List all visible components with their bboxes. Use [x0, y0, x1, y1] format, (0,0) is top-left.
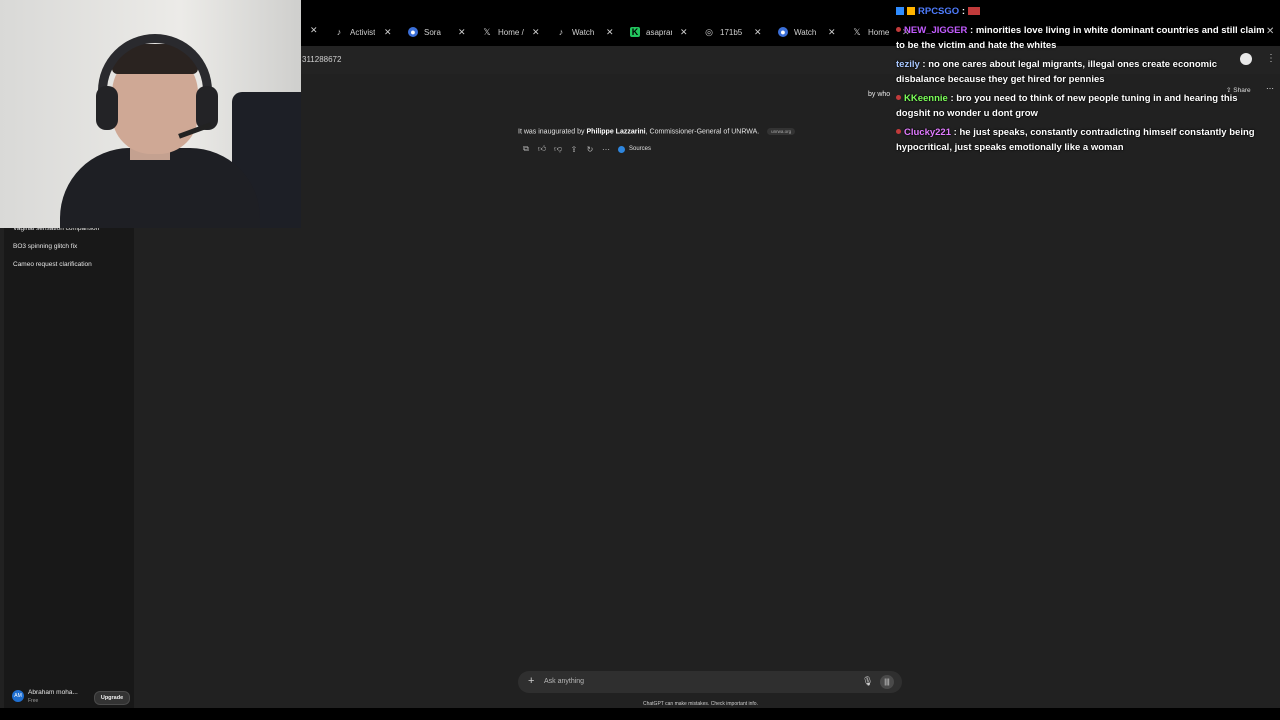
tiktok-icon: ♪: [336, 27, 342, 37]
user-plan: Free: [28, 698, 39, 704]
share-icon[interactable]: ⇪: [566, 145, 582, 154]
chat-message: Clucky221 : he just speaks, constantly c…: [896, 126, 1255, 153]
sources-button[interactable]: Sources: [618, 145, 651, 153]
chat-message: KKeennie : bro you need to think of new …: [896, 92, 1238, 119]
more-icon[interactable]: ⋯: [598, 145, 614, 154]
browser-tab[interactable]: ♪ Watch ✕: [556, 18, 614, 46]
voice-mode-button[interactable]: |||: [880, 675, 894, 689]
browser-tab[interactable]: 𝕏 Home ✕: [852, 18, 909, 46]
tab-close-icon[interactable]: ✕: [606, 27, 614, 38]
crown-icon: [907, 7, 915, 16]
headset-cup-left: [96, 86, 118, 130]
message-actions: ⧉ 👍︎ 👎︎ ⇪ ↻ ⋯ Sources: [518, 143, 651, 155]
browser-tab[interactable]: K asapran ✕: [630, 18, 688, 46]
microphone-icon[interactable]: 🎙︎: [862, 676, 873, 687]
globe-icon: ◎: [705, 26, 713, 37]
sidebar-item-chat[interactable]: BO3 spinning glitch fix: [13, 243, 77, 250]
x-icon: 𝕏: [483, 26, 491, 37]
sora-icon: ●: [408, 27, 418, 37]
sora-icon: ●: [778, 27, 788, 37]
tab-close-icon[interactable]: ✕: [680, 27, 688, 38]
dot-badge-icon: [896, 27, 901, 33]
tiktok-icon: ♪: [558, 27, 564, 37]
browser-tab[interactable]: 𝕏 Home / ✕: [482, 18, 539, 46]
sidebar-item-chat[interactable]: Cameo request clarification: [13, 261, 92, 268]
source-chip[interactable]: unrwa.org: [767, 128, 796, 135]
badge-icon: [896, 7, 904, 16]
avatar: AM: [12, 690, 24, 702]
user-name: Abraham moha...: [28, 689, 78, 696]
thumbs-down-icon[interactable]: 👎︎: [550, 144, 566, 154]
browser-tab[interactable]: ● Sora ✕: [408, 18, 466, 46]
assistant-message: It was inaugurated by Philippe Lazzarini…: [518, 128, 796, 135]
tab-close-icon[interactable]: ✕: [310, 25, 318, 36]
user-account[interactable]: AM Abraham moha... Free Upgrade: [8, 687, 130, 707]
stream-chat-overlay: RPCSGO : NEW_JIGGER : minorities love li…: [896, 4, 1268, 159]
plus-icon[interactable]: +: [528, 675, 534, 687]
tab-close-icon[interactable]: ✕: [458, 27, 466, 38]
composer[interactable]: + Ask anything 🎙︎ |||: [518, 671, 902, 693]
upgrade-button[interactable]: Upgrade: [94, 691, 130, 705]
streamer-body: [60, 148, 260, 228]
webcam-overlay: [0, 0, 301, 228]
thumbs-up-icon[interactable]: 👍︎: [534, 144, 550, 154]
chat-message: NEW_JIGGER : minorities love living in w…: [896, 24, 1265, 51]
chat-message: RPCSGO :: [896, 4, 1268, 20]
flag-icon: [967, 7, 980, 16]
bottom-strip: [0, 708, 1280, 720]
dot-badge-icon: [896, 129, 901, 135]
chat-message: tezily : no one cares about legal migran…: [896, 58, 1218, 86]
tab-close-icon[interactable]: ✕: [828, 27, 836, 38]
prompt-input[interactable]: Ask anything: [544, 678, 584, 685]
tab-close-icon[interactable]: ✕: [384, 27, 392, 38]
browser-tab[interactable]: ● Watch ✕: [778, 18, 836, 46]
tab-close-icon[interactable]: ✕: [754, 27, 762, 38]
source-favicon-icon: [618, 145, 625, 153]
kick-icon: K: [630, 27, 640, 37]
browser-tab[interactable]: ◎ 171b5 ✕: [704, 18, 761, 46]
dot-badge-icon: [896, 95, 901, 101]
regenerate-icon[interactable]: ↻: [582, 145, 598, 154]
browser-tab[interactable]: ♪ Activist ✕: [334, 18, 392, 46]
x-icon: 𝕏: [853, 26, 861, 37]
disclaimer: ChatGPT can make mistakes. Check importa…: [643, 701, 758, 707]
copy-icon[interactable]: ⧉: [518, 144, 534, 154]
tab-close-icon[interactable]: ✕: [532, 27, 540, 38]
user-message: by who: [868, 91, 891, 98]
